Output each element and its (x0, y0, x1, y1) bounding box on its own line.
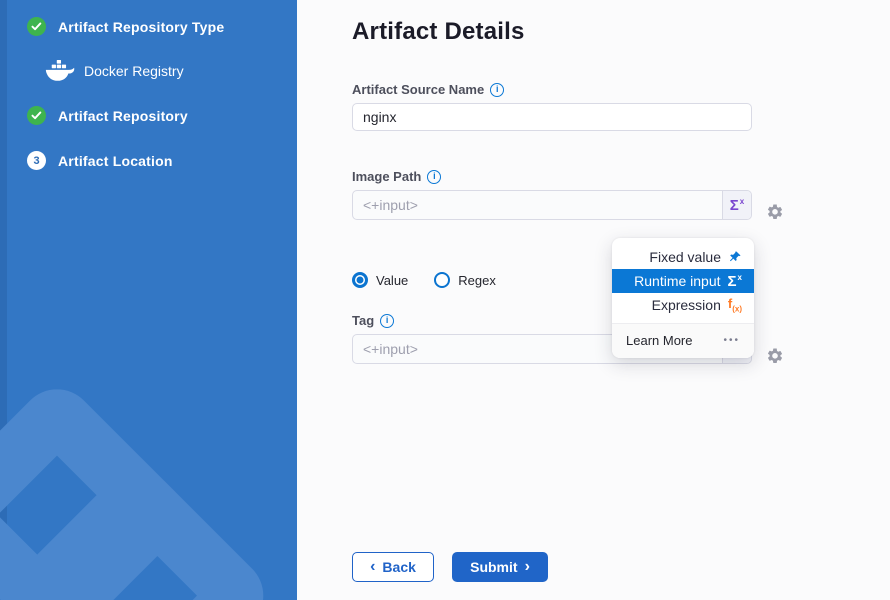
artifact-source-name-input[interactable] (352, 103, 752, 131)
harness-logo-watermark (0, 370, 297, 600)
wizard-sidebar: Artifact Repository Type Docker Registry… (0, 0, 297, 600)
image-path-runtime-input: Σx (352, 190, 752, 220)
radio-circle-unselected[interactable] (434, 272, 450, 288)
chevron-right-icon: › (525, 559, 530, 575)
image-path-label-row: Image Path i (352, 169, 890, 184)
step-label: Artifact Repository (58, 108, 188, 124)
learn-more-link[interactable]: Learn More (626, 333, 692, 348)
tag-settings-gear-icon[interactable] (765, 346, 785, 366)
artifact-source-name-label: Artifact Source Name (352, 82, 484, 97)
check-circle-icon (27, 17, 46, 36)
step-label: Artifact Repository Type (58, 19, 224, 35)
artifact-source-name-label-row: Artifact Source Name i (352, 82, 890, 97)
step-number-badge: 3 (27, 151, 46, 170)
artifact-details-panel: Artifact Details Artifact Source Name i … (297, 0, 890, 600)
image-path-runtime-toggle-button[interactable]: Σx (722, 191, 751, 219)
info-icon[interactable]: i (490, 83, 504, 97)
menu-item-runtime-input[interactable]: Runtime input Σx (612, 269, 754, 293)
image-path-input[interactable] (353, 191, 721, 219)
radio-regex[interactable]: Regex (434, 272, 496, 288)
tag-label: Tag (352, 313, 374, 328)
menu-item-label: Expression (652, 297, 721, 313)
sigma-icon: Σx (730, 198, 744, 213)
step-artifact-repository-type[interactable]: Artifact Repository Type (27, 17, 297, 36)
image-path-settings-gear-icon[interactable] (765, 202, 785, 222)
input-type-options: Fixed value Runtime input Σx Expression … (612, 238, 754, 323)
menu-item-expression[interactable]: Expression f(x) (612, 293, 754, 317)
submit-button[interactable]: Submit › (452, 552, 548, 582)
chevron-left-icon: ‹ (370, 559, 375, 575)
back-button[interactable]: ‹ Back (352, 552, 434, 582)
info-icon[interactable]: i (427, 170, 441, 184)
image-path-field-row: Σx (352, 190, 752, 220)
substep-docker-registry[interactable]: Docker Registry (45, 60, 297, 82)
page-title: Artifact Details (352, 18, 890, 46)
docker-whale-icon (45, 60, 75, 82)
image-path-label: Image Path (352, 169, 421, 184)
menu-item-fixed-value[interactable]: Fixed value (612, 245, 754, 269)
step-artifact-location[interactable]: 3 Artifact Location (27, 151, 297, 170)
step-artifact-repository[interactable]: Artifact Repository (27, 106, 297, 125)
radio-circle-selected[interactable] (352, 272, 368, 288)
sigma-icon: Σx (728, 274, 742, 289)
more-options-dots-icon[interactable]: ••• (723, 335, 740, 346)
radio-value-label: Value (376, 273, 408, 288)
menu-footer: Learn More ••• (612, 323, 754, 358)
fx-icon: f(x) (728, 297, 742, 314)
radio-value[interactable]: Value (352, 272, 408, 288)
substep-label: Docker Registry (84, 63, 184, 79)
radio-regex-label: Regex (458, 273, 496, 288)
check-circle-icon (27, 106, 46, 125)
pin-icon (728, 250, 742, 264)
step-label: Artifact Location (58, 153, 173, 169)
menu-item-label: Runtime input (634, 273, 720, 289)
input-type-dropdown-menu: Fixed value Runtime input Σx Expression … (612, 238, 754, 358)
wizard-steps: Artifact Repository Type Docker Registry… (0, 0, 297, 170)
menu-item-label: Fixed value (649, 249, 721, 265)
wizard-actions: ‹ Back Submit › (352, 552, 548, 582)
info-icon[interactable]: i (380, 314, 394, 328)
